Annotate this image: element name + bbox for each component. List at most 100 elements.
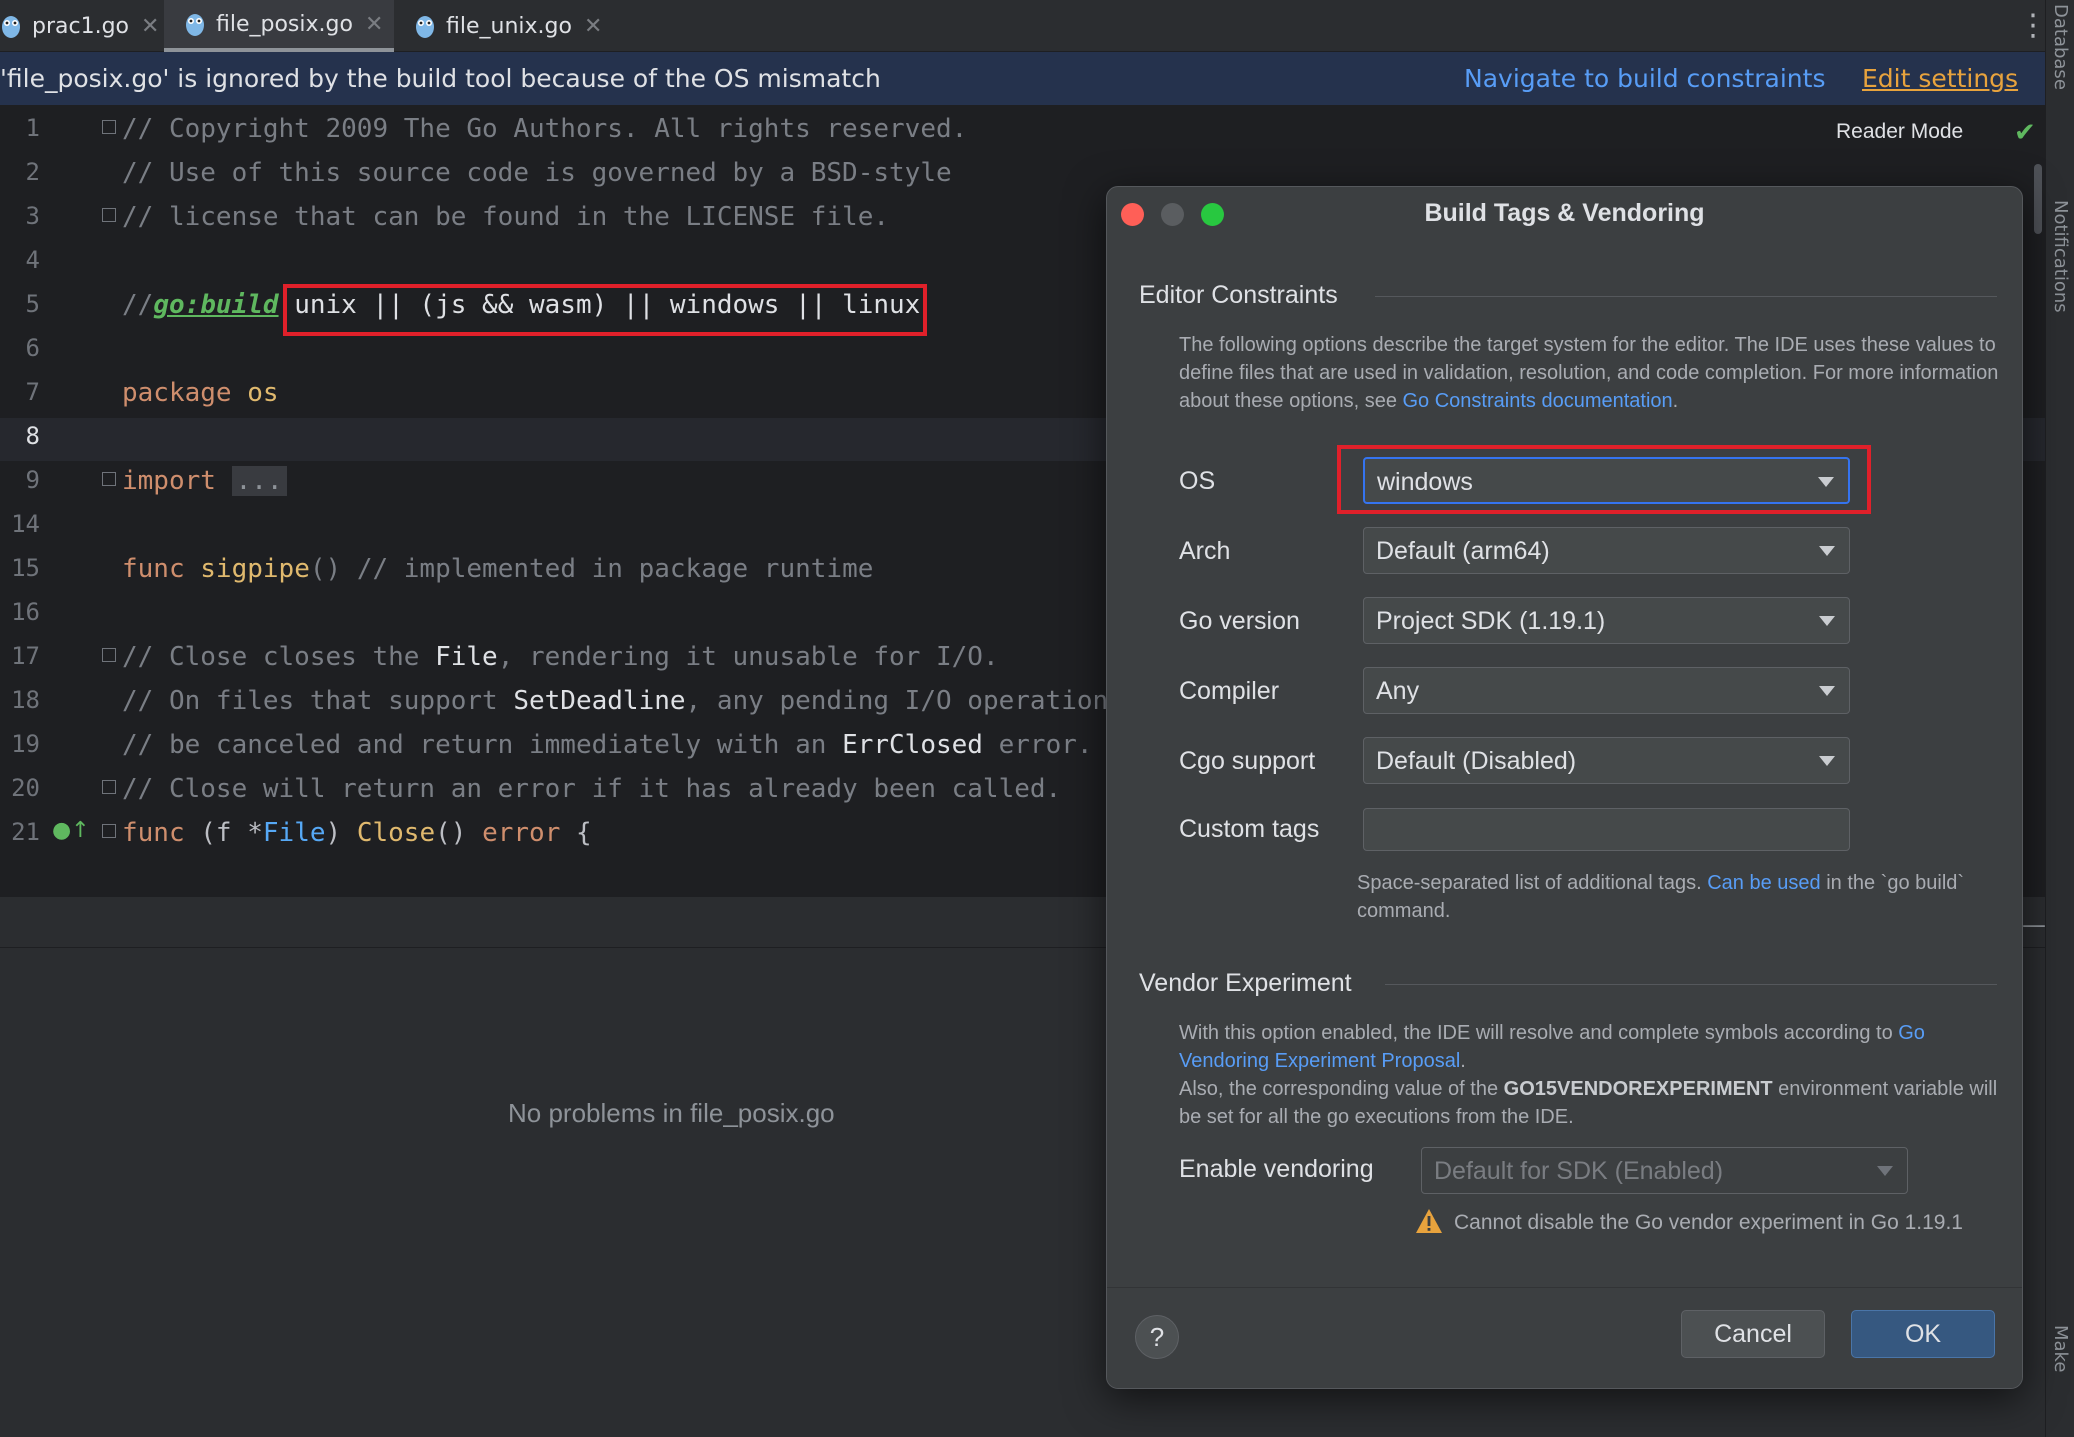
right-tool-strip: Database Notifications Make [2045,0,2074,1437]
editor-constraints-heading: Editor Constraints [1139,281,1338,309]
cgo-support-dropdown[interactable]: Default (Disabled) [1363,737,1850,784]
env-variable-name: GO15VENDOREXPERIMENT [1503,1078,1773,1100]
fold-marker-icon[interactable] [102,208,116,222]
chevron-down-icon [1877,1166,1893,1176]
line-number: 15 [11,554,40,582]
go-constraints-documentation-link[interactable]: Go Constraints documentation [1403,390,1673,412]
implements-gutter-icon[interactable]: ●↑ [52,818,90,843]
inspection-ok-icon[interactable]: ✔ [2014,118,2036,148]
keyword: error [482,818,561,848]
go-version-value: Project SDK (1.19.1) [1376,607,1606,635]
line-number: 17 [11,642,40,670]
description-text: . [1672,390,1679,412]
close-icon[interactable]: ✕ [141,14,159,39]
tab-label: file_unix.go [446,13,572,39]
fold-marker-icon[interactable] [102,780,116,794]
package-name: os [247,378,279,408]
code-line-19: // be canceled and return immediately wi… [122,730,1093,760]
custom-tags-input[interactable] [1363,808,1850,851]
line-number: 5 [25,290,40,318]
more-vertical-icon[interactable]: ⋮ [2018,8,2048,44]
cgo-support-label: Cgo support [1179,747,1316,775]
tab-file-unix-go[interactable]: file_unix.go ✕ [394,0,604,52]
chevron-down-icon [1819,616,1835,626]
chevron-down-icon [1819,546,1835,556]
make-tool-label[interactable]: Make [2050,1325,2071,1372]
dialog-footer: ? Cancel OK [1107,1287,2022,1388]
line-number: 18 [11,686,40,714]
fold-expand-icon[interactable] [102,472,116,486]
line-number: 8 [25,422,40,450]
reader-mode-button[interactable]: Reader Mode [1836,120,1963,144]
compiler-dropdown[interactable]: Any [1363,667,1850,714]
ok-button[interactable]: OK [1851,1310,1995,1358]
close-icon[interactable]: ✕ [365,12,383,37]
comment-text: error. [982,730,1093,760]
help-button[interactable]: ? [1135,1315,1179,1359]
keyword: func [122,554,185,584]
code-line-1: // Copyright 2009 The Go Authors. All ri… [122,114,968,144]
minimize-icon[interactable]: — [2022,911,2046,939]
line-number: 14 [11,510,40,538]
dialog-title-bar[interactable]: Build Tags & Vendoring [1107,187,2022,241]
folded-imports[interactable]: ... [231,466,287,496]
close-icon[interactable]: ✕ [584,14,602,39]
vendoring-warning-text: Cannot disable the Go vendor experiment … [1454,1211,1963,1234]
code-line-2: // Use of this source code is governed b… [122,158,952,188]
compiler-label: Compiler [1179,677,1280,705]
vendor-experiment-heading: Vendor Experiment [1139,969,1352,997]
line-number: 19 [11,730,40,758]
compiler-value: Any [1376,677,1420,705]
line-number: 16 [11,598,40,626]
description-text: With this option enabled, the IDE will r… [1179,1022,1899,1044]
cancel-button[interactable]: Cancel [1681,1310,1825,1358]
go-version-dropdown[interactable]: Project SDK (1.19.1) [1363,597,1850,644]
build-constraint-highlight-box [283,284,927,336]
dialog-title: Build Tags & Vendoring [1424,199,1705,227]
fold-marker-icon[interactable] [102,120,116,134]
arch-value: Default (arm64) [1376,537,1550,565]
editor-constraints-description: The following options describe the targe… [1179,331,1999,415]
notifications-tool-label[interactable]: Notifications [2050,200,2071,313]
cgo-support-value: Default (Disabled) [1376,747,1577,775]
navigate-to-build-constraints-link[interactable]: Navigate to build constraints [1464,64,1825,93]
go-file-icon [184,11,206,37]
build-tags-vendoring-dialog: Build Tags & Vendoring Editor Constraint… [1106,186,2023,1389]
can-be-used-link[interactable]: Can be used [1707,872,1820,894]
arch-dropdown[interactable]: Default (arm64) [1363,527,1850,574]
go-build-directive[interactable]: go:build [153,290,278,320]
editor-scrollbar[interactable] [2034,164,2042,234]
comment-ref: SetDeadline [513,686,686,716]
go-file-icon [0,13,22,39]
comment-ref: File [435,642,498,672]
custom-tags-hint: Space-separated list of additional tags.… [1357,869,1997,925]
keyword: package [122,378,232,408]
tab-prac1-go[interactable]: prac1.go ✕ [0,0,164,52]
comment-text: , any pending I/O operation [685,686,1109,716]
no-problems-message: No problems in file_posix.go [508,1098,835,1128]
tab-file-posix-go[interactable]: file_posix.go ✕ [164,0,394,52]
description-text: . [1460,1050,1466,1072]
description-text: Also, the corresponding value of the [1179,1078,1504,1100]
code-text: ) [325,818,357,848]
enable-vendoring-dropdown[interactable]: Default for SDK (Enabled) [1421,1147,1908,1194]
function-name: sigpipe [200,554,310,584]
os-highlight-box [1337,445,1871,514]
edit-settings-link[interactable]: Edit settings [1862,64,2018,93]
code-text: (f * [184,818,263,848]
comment-text: // be canceled and return immediately wi… [122,730,843,760]
code-text: () [435,818,483,848]
database-tool-label[interactable]: Database [2050,4,2071,90]
fold-marker-icon[interactable] [102,824,116,838]
os-label: OS [1179,467,1216,495]
banner-message: 'file_posix.go' is ignored by the build … [0,64,881,93]
go-file-icon [414,13,436,39]
custom-tags-label: Custom tags [1179,815,1320,843]
code-line-21: func (f *File) Close() error { [122,818,592,848]
fold-marker-icon[interactable] [102,648,116,662]
editor-tab-bar: prac1.go ✕ file_posix.go ✕ file_unix.go … [0,0,2074,52]
enable-vendoring-value: Default for SDK (Enabled) [1434,1157,1724,1185]
warning-icon [1415,1208,1443,1239]
code-line-20: // Close will return an error if it has … [122,774,1062,804]
line-number: 7 [25,378,40,406]
